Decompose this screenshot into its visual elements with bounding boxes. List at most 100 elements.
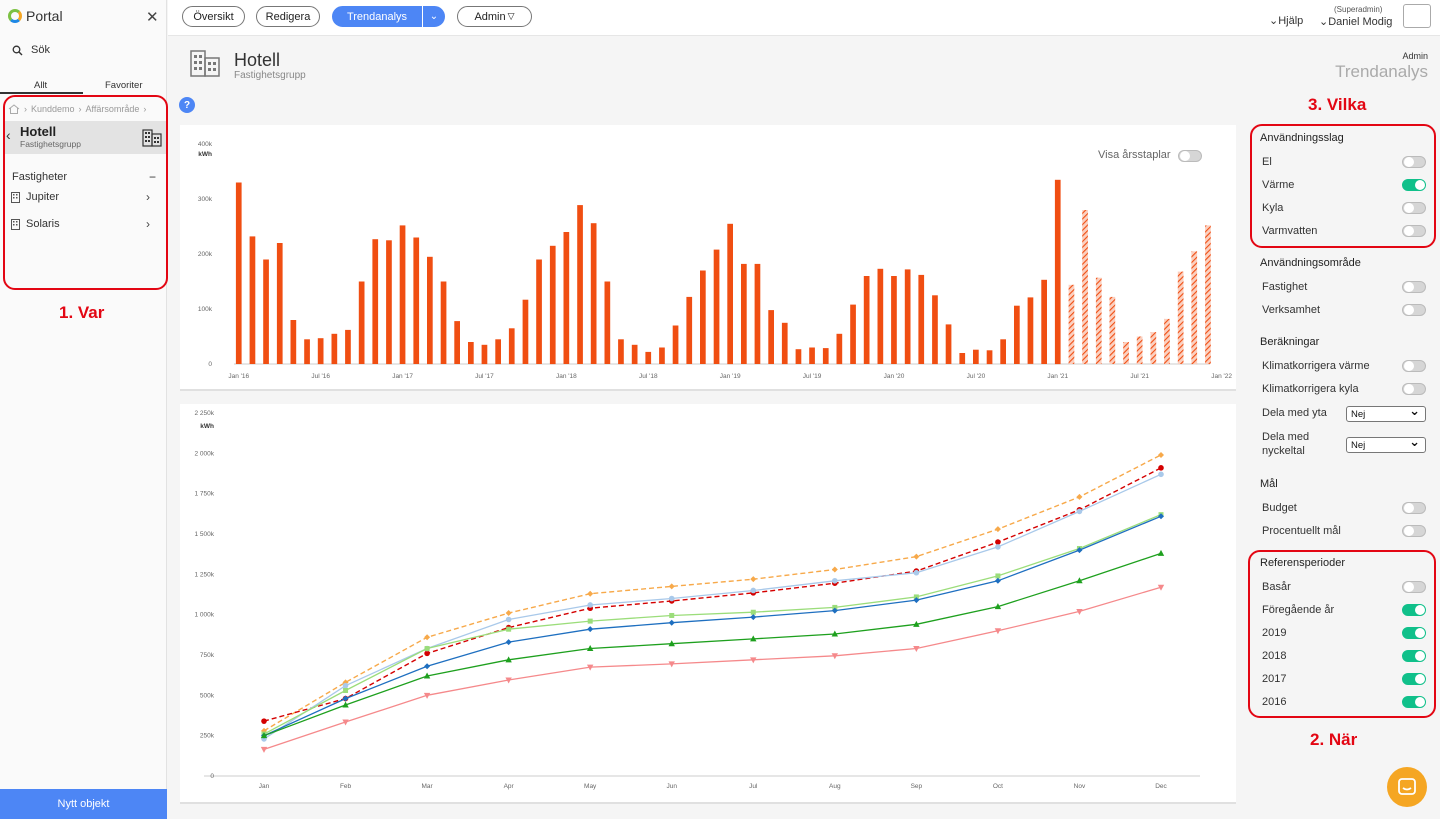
series-point <box>343 687 349 693</box>
user-menu[interactable]: ⌄Daniel Modig <box>1319 15 1392 28</box>
bar <box>986 350 993 365</box>
chat-icon <box>1398 778 1416 795</box>
bar <box>836 333 843 365</box>
series-point <box>668 583 675 590</box>
chat-button[interactable] <box>1387 767 1427 807</box>
bar <box>522 299 529 364</box>
dela-yta-select[interactable]: Nej <box>1346 403 1426 422</box>
oversikt-button[interactable]: Översikt <box>182 6 245 27</box>
series-point <box>505 639 512 646</box>
bar-x-tick-label: Jul '20 <box>967 373 986 380</box>
line-y-tick-label: 500k <box>200 692 215 699</box>
bar <box>1054 179 1061 365</box>
close-icon[interactable]: ✕ <box>146 8 159 26</box>
toggle-klimat-varme[interactable] <box>1402 360 1426 372</box>
bar <box>822 348 829 364</box>
bar <box>495 339 501 365</box>
bar-x-tick-label: Jul '21 <box>1130 373 1149 380</box>
toggle-label-budget: Budget <box>1262 502 1297 514</box>
bar <box>604 281 611 364</box>
series-point <box>994 577 1001 584</box>
toggle-klimat-kyla[interactable] <box>1402 383 1426 395</box>
bar <box>932 295 938 365</box>
bar <box>290 320 297 364</box>
bar <box>904 269 911 364</box>
bar-forecast <box>1177 271 1184 364</box>
toggle-fastighet[interactable] <box>1402 281 1426 293</box>
series-point <box>587 602 593 608</box>
search-field[interactable]: Sök <box>12 44 50 56</box>
bar-y-tick-label: 0 <box>208 361 212 368</box>
annotation-box-vilka <box>1250 124 1436 248</box>
series-point <box>995 573 1001 579</box>
new-object-button[interactable]: Nytt objekt <box>0 789 167 819</box>
admin-menu[interactable]: Admin ▽ <box>457 6 532 27</box>
bar-forecast <box>1123 342 1129 364</box>
series-point <box>424 634 431 641</box>
series-point <box>995 539 1001 545</box>
user-role: (Superadmin) <box>1334 5 1383 14</box>
bar <box>631 344 638 365</box>
trendanalys-dropdown[interactable]: ⌄ <box>423 6 445 27</box>
toggle-verksamhet[interactable] <box>1402 304 1426 316</box>
series-point <box>668 595 675 602</box>
series-point <box>669 612 675 618</box>
series-point <box>913 569 920 576</box>
bar <box>1000 339 1006 365</box>
bar-x-tick-label: Jan '22 <box>1211 373 1232 380</box>
active-tab-indicator <box>0 92 83 94</box>
annotation-box-nar <box>1248 550 1436 718</box>
bar <box>549 245 556 365</box>
search-icon <box>12 45 23 55</box>
bar <box>481 344 488 365</box>
top-bar: Översikt Redigera Trendanalys ⌄ Admin ▽ ⌄… <box>168 0 1440 36</box>
series-point <box>424 650 430 657</box>
bar-forecast <box>1109 296 1116 364</box>
line-x-tick-label: Feb <box>340 783 352 790</box>
help-menu[interactable]: ⌄Hjälp <box>1269 14 1303 27</box>
dela-yta-label: Dela med yta <box>1262 407 1327 419</box>
line-x-tick-label: May <box>584 783 597 790</box>
series-point <box>1158 465 1164 471</box>
series-line <box>263 586 1162 751</box>
toggle-label-klimat-varme: Klimatkorrigera värme <box>1262 360 1370 372</box>
avatar[interactable] <box>1403 4 1431 28</box>
bar <box>454 321 460 364</box>
chevron-down-icon: ⌄ <box>1269 15 1279 27</box>
portal-logo[interactable]: Portal <box>8 8 63 24</box>
bar <box>768 310 774 364</box>
bar <box>809 347 815 364</box>
bar <box>1041 279 1047 364</box>
line-x-tick-label: Nov <box>1074 783 1086 790</box>
line-y-tick-label: 2 250k <box>194 410 214 417</box>
tab-allt[interactable]: Allt <box>34 80 47 91</box>
trendanalys-button[interactable]: Trendanalys <box>332 6 422 27</box>
bar-chart-card: Visa årsstaplar 0 100k 200k 300k 400k kWh Jan … <box>180 125 1236 391</box>
dela-nyckeltal-label-1: Dela med <box>1262 431 1310 443</box>
series-point <box>1157 549 1165 556</box>
redigera-button[interactable]: Redigera <box>256 6 320 27</box>
search-label: Sök <box>31 44 50 56</box>
series-point <box>1076 508 1083 515</box>
bar <box>645 351 652 364</box>
bar <box>249 236 256 364</box>
page-title: Hotell <box>234 50 281 70</box>
line-chart: 0 250k 500k 750k 1 000k 1 250k 1 500k 1 750k 2 0… <box>194 410 1200 790</box>
line-y-tick-label: 2 000k <box>194 450 214 457</box>
toggle-budget[interactable] <box>1402 502 1426 514</box>
bar-forecast <box>1068 284 1075 364</box>
bar <box>235 182 242 364</box>
annotation-nar: 2. När <box>1310 730 1358 749</box>
goal-heading: Mål <box>1260 478 1278 490</box>
tab-favoriter[interactable]: Favoriter <box>105 80 142 91</box>
toggle-label-klimat-kyla: Klimatkorrigera kyla <box>1262 383 1359 395</box>
help-icon[interactable]: ? <box>179 97 195 113</box>
bar <box>413 237 420 364</box>
toggle-procentuellt[interactable] <box>1402 525 1426 537</box>
portal-logo-icon <box>8 9 22 23</box>
dela-nyckeltal-select[interactable]: Nej <box>1346 434 1426 453</box>
bar-forecast <box>1136 336 1143 364</box>
bar <box>563 232 570 364</box>
series-point <box>750 576 757 583</box>
line-unit-label: kWh <box>200 423 214 430</box>
